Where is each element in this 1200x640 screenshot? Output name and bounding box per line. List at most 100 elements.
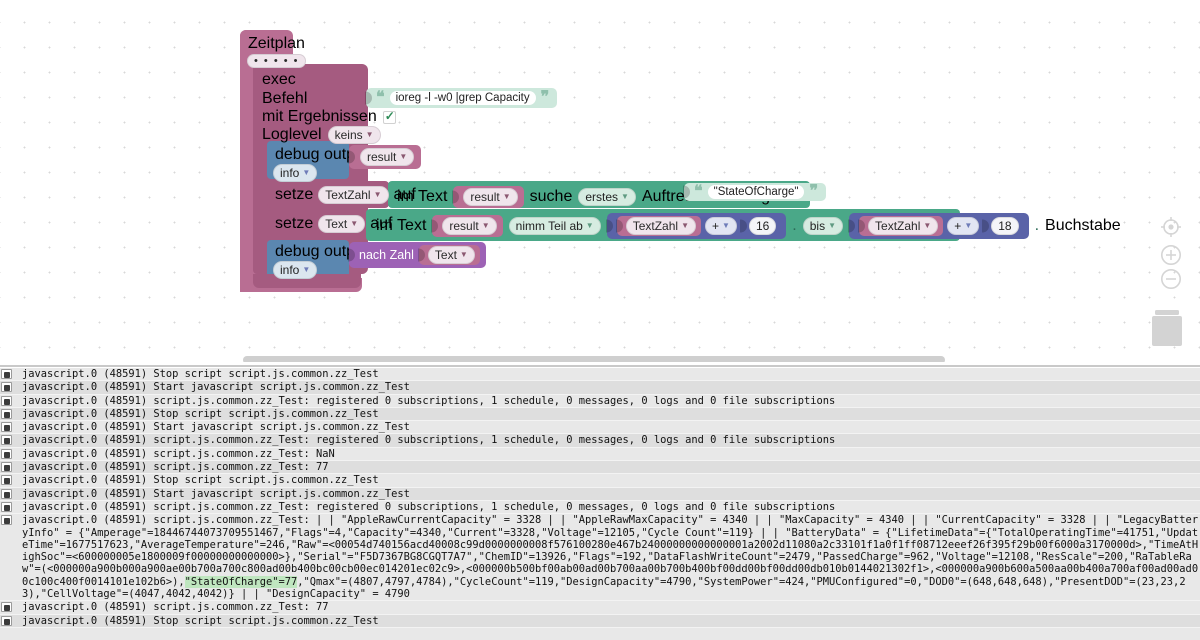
debug-2-severity-dropdown[interactable]: info ▼ xyxy=(273,261,318,279)
nach-zahl-label: nach Zahl xyxy=(359,248,414,262)
chevron-down-icon: ▼ xyxy=(399,152,408,161)
log-row[interactable]: javascript.0 (48591) script.js.common.zz… xyxy=(0,601,1200,615)
log-row[interactable]: javascript.0 (48591) script.js.common.zz… xyxy=(0,434,1200,448)
log-severity-icon xyxy=(1,408,12,419)
block-exec-command-label: Befehl xyxy=(262,90,308,107)
trash-icon[interactable] xyxy=(1148,306,1186,348)
log-row-text: javascript.0 (48591) script.js.common.zz… xyxy=(22,461,329,474)
to-operator-dropdown[interactable]: + ▼ xyxy=(947,217,980,235)
chevron-down-icon: ▼ xyxy=(302,168,311,177)
block-var-text[interactable]: Text ▼ xyxy=(418,245,480,265)
needle-text-field[interactable]: "StateOfCharge" xyxy=(707,185,805,199)
substring-mode-dropdown[interactable]: nimm Teil ab ▼ xyxy=(508,217,601,235)
block-number-to[interactable]: 18 xyxy=(983,216,1023,236)
log-row-text: javascript.0 (48591) Start javascript sc… xyxy=(22,421,410,434)
log-row[interactable]: javascript.0 (48591) Stop script script.… xyxy=(0,368,1200,382)
chevron-down-icon: ▼ xyxy=(365,130,374,139)
block-exec-loglevel[interactable]: Loglevel keins ▼ xyxy=(262,126,381,144)
chevron-down-icon: ▼ xyxy=(585,221,594,230)
log-severity-icon xyxy=(1,488,12,499)
log-severity-icon xyxy=(1,422,12,433)
chevron-down-icon: ▼ xyxy=(350,219,359,228)
panel-divider xyxy=(0,365,1200,367)
block-number-from[interactable]: 16 xyxy=(740,216,781,236)
block-text-needle[interactable]: ❝ "StateOfCharge" ❞ xyxy=(684,183,827,201)
command-text-field[interactable]: ioreg -l -w0 |grep Capacity xyxy=(389,91,536,105)
result-variable-field-3[interactable]: result ▼ xyxy=(442,217,497,235)
block-text-command[interactable]: ❝ ioreg -l -w0 |grep Capacity ❞ xyxy=(366,88,558,108)
block-schedule-title: Zeitplan xyxy=(248,35,305,52)
log-panel[interactable]: javascript.0 (48591) Stop script script.… xyxy=(0,368,1200,640)
log-row[interactable]: javascript.0 (48591) Start javascript sc… xyxy=(0,487,1200,501)
im-text-label: im Text xyxy=(397,188,448,205)
log-severity-icon xyxy=(1,615,12,626)
log-severity-icon xyxy=(1,369,12,379)
app-root: Zeitplan • • • • • exec Befehl mit Ergeb… xyxy=(0,0,1200,640)
bis-separator: . xyxy=(792,217,797,234)
block-var-result-1[interactable]: result ▼ xyxy=(349,145,422,169)
cron-field[interactable]: • • • • • xyxy=(247,53,306,68)
set-text-label: setze xyxy=(275,215,314,232)
result-variable-field[interactable]: result ▼ xyxy=(360,148,415,166)
log-severity-icon xyxy=(1,448,12,459)
suche-label: suche xyxy=(529,188,573,205)
log-row[interactable]: javascript.0 (48591) script.js.common.zz… xyxy=(0,394,1200,408)
log-severity-icon xyxy=(1,382,12,393)
debug-1-severity-dropdown[interactable]: info ▼ xyxy=(273,164,318,182)
block-exec-results-label: mit Ergebnissen xyxy=(262,108,377,125)
loglevel-dropdown[interactable]: keins ▼ xyxy=(327,126,381,144)
block-exec-results[interactable]: mit Ergebnissen xyxy=(262,108,396,126)
chevron-down-icon: ▼ xyxy=(722,221,730,230)
chevron-down-icon: ▼ xyxy=(481,221,490,230)
block-arith-from[interactable]: TextZahl ▼ + ▼ 16 xyxy=(606,213,787,239)
set-textzahl-label: setze xyxy=(275,186,314,203)
log-row[interactable]: javascript.0 (48591) Stop script script.… xyxy=(0,614,1200,628)
log-row[interactable]: javascript.0 (48591) Stop script script.… xyxy=(0,407,1200,422)
textzahl-field-from[interactable]: TextZahl ▼ xyxy=(625,217,696,235)
log-row-text: javascript.0 (48591) Stop script script.… xyxy=(22,614,379,627)
from-offset-field[interactable]: 16 xyxy=(748,217,777,235)
chevron-down-icon: ▼ xyxy=(621,192,629,201)
block-var-result-2[interactable]: result ▼ xyxy=(453,186,524,208)
block-arith-to[interactable]: TextZahl ▼ + ▼ 18 xyxy=(849,213,1029,239)
log-row-text: javascript.0 (48591) script.js.common.zz… xyxy=(22,447,335,460)
chevron-down-icon: ▼ xyxy=(502,192,511,201)
log-row-text: javascript.0 (48591) script.js.common.zz… xyxy=(22,601,329,614)
log-row[interactable]: javascript.0 (48591) script.js.common.zz… xyxy=(0,447,1200,462)
log-row[interactable]: javascript.0 (48591) Stop script script.… xyxy=(0,474,1200,488)
workspace-horizontal-scrollbar[interactable] xyxy=(243,356,945,362)
textzahl-variable-dropdown[interactable]: TextZahl ▼ xyxy=(318,186,389,204)
log-row-text: javascript.0 (48591) script.js.common.zz… xyxy=(22,394,836,407)
zoom-out-button[interactable] xyxy=(1160,268,1182,290)
block-var-result-3[interactable]: result ▼ xyxy=(432,215,503,237)
to-mode-dropdown[interactable]: bis ▼ xyxy=(802,217,844,235)
log-row-text: javascript.0 (48591) script.js.common.zz… xyxy=(22,434,836,447)
to-offset-field[interactable]: 18 xyxy=(991,217,1019,235)
log-severity-icon xyxy=(1,501,12,512)
text-variable-field[interactable]: Text ▼ xyxy=(427,246,475,264)
buchstabe-label: Buchstabe xyxy=(1045,217,1121,234)
result-variable-field-2[interactable]: result ▼ xyxy=(463,188,518,206)
log-row[interactable]: javascript.0 (48591) script.js.common.zz… xyxy=(0,500,1200,515)
block-convert-to-number[interactable]: nach Zahl Text ▼ xyxy=(349,242,486,268)
unit-separator: . xyxy=(1034,217,1040,234)
log-row-battery-data[interactable]: javascript.0 (48591) script.js.common.zz… xyxy=(0,514,1200,602)
textzahl-field-to[interactable]: TextZahl ▼ xyxy=(868,217,939,235)
log-severity-icon xyxy=(1,395,12,406)
occurrence-dropdown[interactable]: erstes ▼ xyxy=(578,188,636,206)
log-row[interactable]: javascript.0 (48591) Start javascript sc… xyxy=(0,381,1200,395)
chevron-down-icon: ▼ xyxy=(373,190,382,199)
zoom-in-button[interactable] xyxy=(1160,244,1182,266)
block-var-textzahl-to[interactable]: TextZahl ▼ xyxy=(859,216,944,236)
log-severity-icon xyxy=(1,435,12,446)
zoom-center-button[interactable] xyxy=(1160,216,1182,238)
log-severity-icon xyxy=(1,462,12,473)
log-severity-icon xyxy=(1,475,12,486)
log-row[interactable]: javascript.0 (48591) script.js.common.zz… xyxy=(0,461,1200,475)
from-operator-dropdown[interactable]: + ▼ xyxy=(705,217,737,235)
results-checkbox[interactable] xyxy=(382,109,396,124)
block-var-textzahl-from[interactable]: TextZahl ▼ xyxy=(616,216,701,236)
log-row[interactable]: javascript.0 (48591) Start javascript sc… xyxy=(0,421,1200,435)
text-variable-dropdown[interactable]: Text ▼ xyxy=(318,215,366,233)
blockly-workspace[interactable]: Zeitplan • • • • • exec Befehl mit Ergeb… xyxy=(0,0,1200,362)
